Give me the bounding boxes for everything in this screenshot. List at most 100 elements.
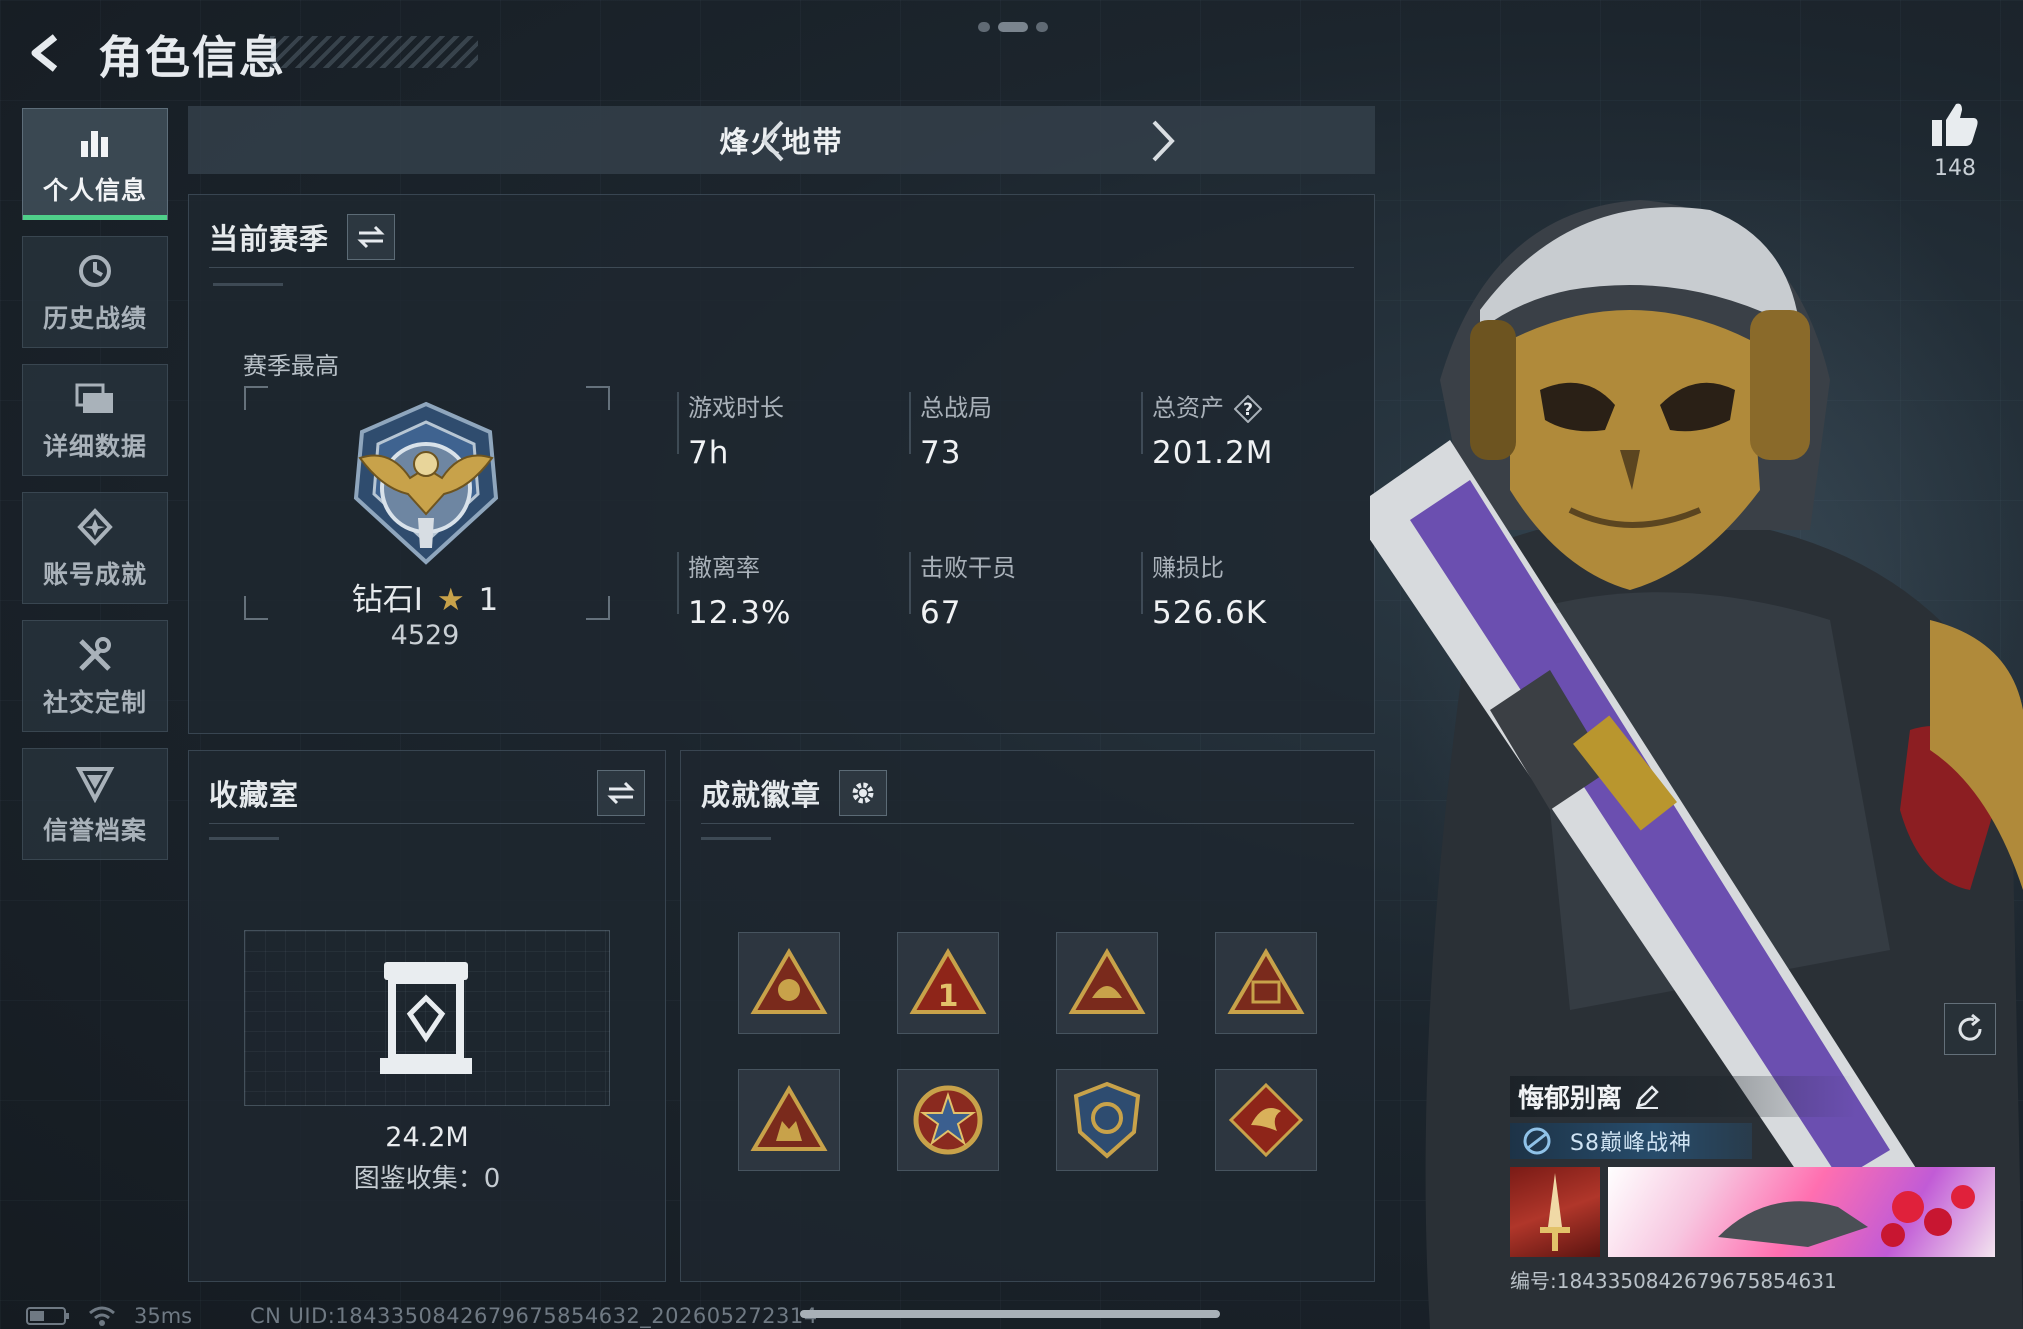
showcase-card-sword[interactable] (1510, 1167, 1600, 1257)
stat-operators-defeated: 击败干员 67 (920, 548, 1016, 631)
help-icon[interactable]: ? (1234, 395, 1262, 423)
nav-item-history[interactable]: 历史战绩 (22, 236, 168, 348)
star-icon: ★ (436, 582, 465, 618)
bar-chart-icon (73, 121, 117, 165)
gear-icon (852, 782, 874, 804)
like-count: 148 (1934, 156, 1976, 181)
reputation-icon (73, 761, 117, 805)
collection-panel-header: 收藏室 (209, 763, 645, 824)
back-button[interactable] (20, 26, 74, 80)
sword-icon (1540, 1173, 1570, 1251)
rank-stars: 1 (478, 582, 499, 618)
window-drag-handle[interactable] (978, 22, 1048, 32)
nav-label: 社交定制 (42, 688, 147, 717)
nav-label: 个人信息 (42, 176, 147, 205)
stat-value: 526.6K (1152, 595, 1268, 631)
mode-next-button[interactable] (1138, 116, 1188, 166)
mode-switcher: 烽火地带 (188, 106, 1375, 174)
nav-label: 账号成就 (42, 560, 147, 589)
badge-slot[interactable] (1215, 1069, 1317, 1171)
chevron-right-icon (1152, 120, 1175, 162)
like-button[interactable]: 148 (1920, 100, 1990, 181)
header-decoration (701, 837, 771, 840)
stat-label: 总资产 ? (1152, 388, 1274, 423)
badges-panel-header: 成就徽章 (701, 763, 1354, 824)
rank-emblem-icon (353, 401, 499, 565)
header-decoration (213, 283, 283, 286)
page-title: 角色信息 (98, 30, 287, 84)
badge-slot[interactable] (738, 932, 840, 1034)
badge-slot[interactable] (738, 1069, 840, 1171)
stat-extraction-rate: 撤离率 12.3% (688, 548, 791, 631)
chevron-left-icon (761, 120, 784, 162)
season-best-label: 赛季最高 (243, 352, 339, 380)
dragon-badge-icon (1228, 1082, 1304, 1158)
stat-label-text: 总资产 (1152, 394, 1224, 422)
season-title: 当前赛季 (209, 222, 330, 256)
history-icon (73, 249, 117, 293)
nav-item-reputation[interactable]: 信誉档案 (22, 748, 168, 860)
nav-label: 信誉档案 (42, 816, 147, 845)
shield-badge-icon (1073, 1081, 1141, 1159)
stat-label: 游戏时长 (688, 394, 784, 422)
system-status: 35ms (26, 1304, 192, 1328)
battery-icon (26, 1307, 69, 1325)
stat-label: 击败干员 (920, 554, 1016, 582)
swap-icon (357, 225, 385, 249)
mode-prev-button[interactable] (748, 116, 798, 166)
stat-label: 赚损比 (1152, 554, 1224, 582)
player-name-row: 悔郁别离 (1510, 1076, 1856, 1117)
stat-total-matches: 总战局 73 (920, 388, 992, 471)
rotate-model-button[interactable] (1944, 1003, 1996, 1055)
thumbs-up-icon (1932, 103, 1978, 146)
player-name: 悔郁别离 (1518, 1084, 1623, 1114)
stat-value: 7h (688, 435, 730, 471)
uid-text: CN UID:1843350842679675854632_2026052723… (250, 1304, 818, 1328)
home-indicator[interactable] (800, 1310, 1220, 1318)
triangle-badge-icon (750, 948, 828, 1014)
badge-slot[interactable] (897, 1069, 999, 1171)
stat-label: 撤离率 (688, 554, 760, 582)
showcase-cards (1510, 1167, 1995, 1257)
season-switch-button[interactable] (347, 214, 396, 260)
nav-label: 历史战绩 (42, 304, 147, 333)
player-profile: 悔郁别离 S8巅峰战神 编号:1843350842679675854631 (1510, 1076, 1995, 1294)
side-nav: 个人信息 历史战绩 详细数据 账号成就 社交定制 信誉档案 (22, 108, 168, 876)
collection-title: 收藏室 (209, 778, 300, 812)
season-badge-icon (1227, 948, 1305, 1014)
badge-slot[interactable] (1056, 932, 1158, 1034)
nav-item-achievements[interactable]: 账号成就 (22, 492, 168, 604)
showcase-card-roses[interactable] (1608, 1167, 1995, 1257)
page-header: 角色信息 (20, 18, 286, 88)
collection-switch-button[interactable] (597, 770, 645, 816)
season-panel-header: 当前赛季 (209, 207, 1354, 268)
ping-value: 35ms (134, 1304, 193, 1328)
tools-icon (73, 633, 117, 677)
title-emblem-icon (1523, 1127, 1551, 1155)
wifi-icon (89, 1306, 115, 1326)
achievement-icon (73, 505, 117, 549)
stat-value: 67 (920, 595, 962, 631)
rank-tier: 钻石I (351, 582, 423, 618)
rotate-icon (1958, 1013, 1982, 1041)
star-medal-icon (913, 1085, 983, 1155)
nav-item-details[interactable]: 详细数据 (22, 364, 168, 476)
stat-profit-loss-ratio: 赚损比 526.6K (1152, 548, 1267, 631)
badge-slot[interactable] (1215, 932, 1317, 1034)
collection-count: 图鉴收集：0 (353, 1164, 501, 1194)
stat-value: 12.3% (688, 595, 792, 631)
rose-banner-icon (1718, 1185, 1975, 1247)
rank-name: 钻石I ★ 1 (300, 574, 550, 619)
badge-slot[interactable]: 1 (897, 932, 999, 1034)
display-case-icon (380, 962, 472, 1074)
nav-item-personal-info[interactable]: 个人信息 (22, 108, 168, 220)
back-arrow-icon (31, 34, 58, 72)
player-title-tag: S8巅峰战神 (1510, 1123, 1752, 1159)
edit-icon[interactable] (1634, 1084, 1660, 1110)
badges-settings-button[interactable] (839, 770, 888, 816)
player-id: 编号:1843350842679675854631 (1510, 1269, 1837, 1293)
nav-item-social[interactable]: 社交定制 (22, 620, 168, 732)
badge-slot[interactable] (1056, 1069, 1158, 1171)
stat-value: 73 (920, 435, 962, 471)
header-decoration (209, 837, 279, 840)
